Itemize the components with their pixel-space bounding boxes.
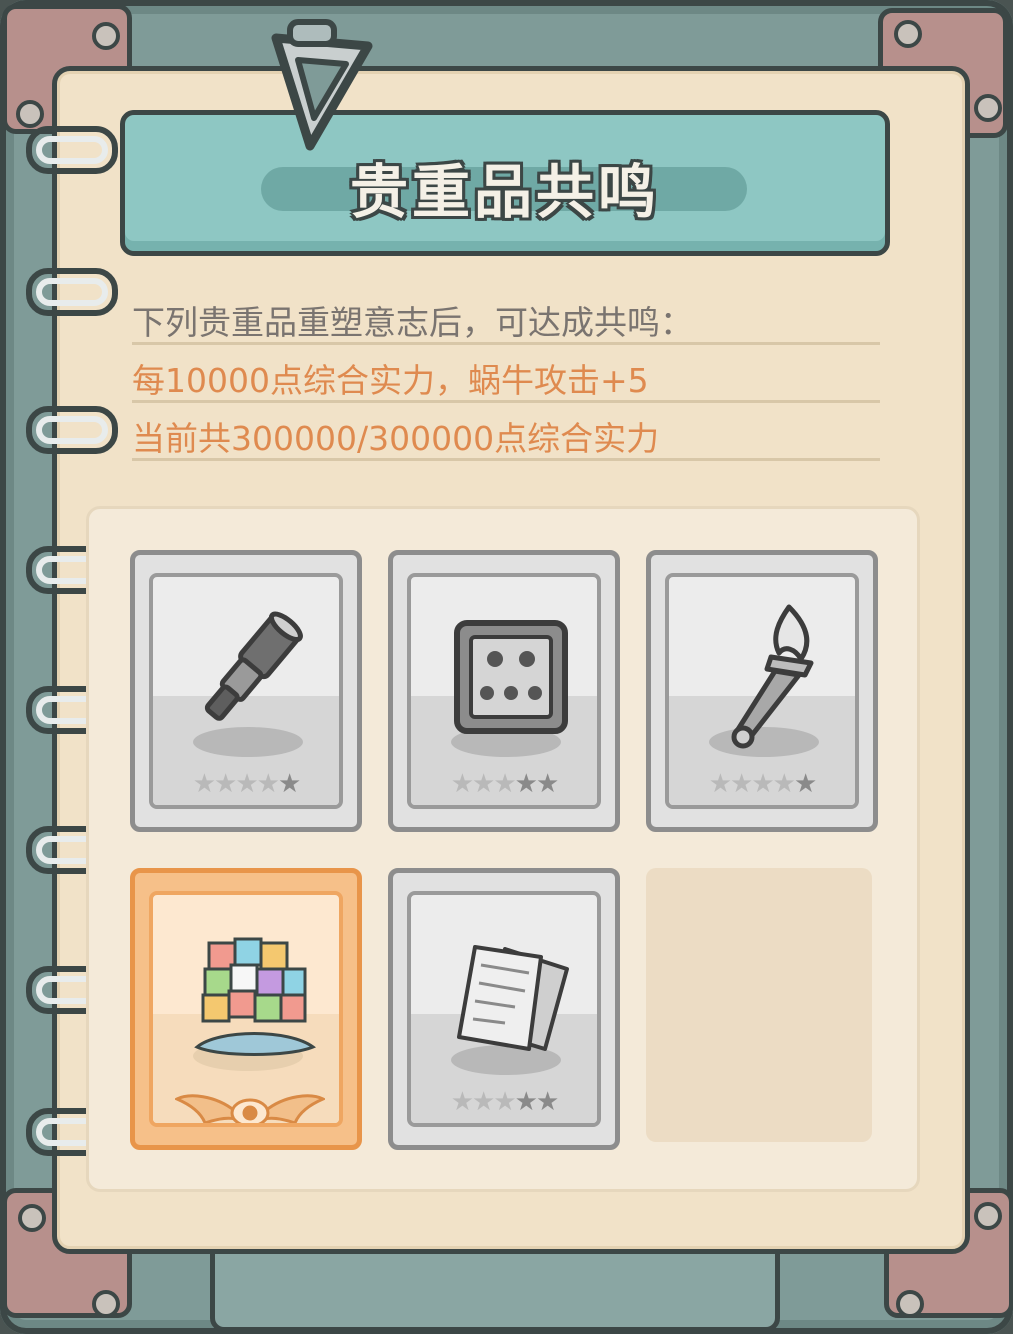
ruled-line <box>132 342 880 345</box>
star-filled-icon: ★ <box>450 769 474 799</box>
star-filled-icon: ★ <box>192 769 216 799</box>
star-filled-icon: ★ <box>235 769 258 799</box>
bolt <box>894 20 922 48</box>
star-filled-icon: ★ <box>493 1087 516 1117</box>
bolt <box>92 22 120 50</box>
star-filled-icon: ★ <box>256 769 280 799</box>
star-filled-icon: ★ <box>472 1087 495 1117</box>
star-filled-icon: ★ <box>472 769 495 799</box>
star-filled-icon: ★ <box>708 769 732 799</box>
ruled-line <box>132 458 880 461</box>
item-card-beetle-box[interactable]: ★★★★★ <box>388 550 620 832</box>
torch-icon <box>731 604 814 749</box>
star-empty-icon: ★ <box>793 769 817 799</box>
star-empty-icon: ★ <box>277 769 301 799</box>
bolt <box>974 94 1002 122</box>
title-banner: 贵重品共鸣 <box>120 110 890 256</box>
star-filled-icon: ★ <box>450 1087 474 1117</box>
star-rating: ★★★★★ <box>689 769 835 799</box>
star-filled-icon: ★ <box>751 769 774 799</box>
item-card-gem-cube[interactable] <box>130 868 362 1150</box>
bolt <box>16 100 44 128</box>
bolt <box>974 1202 1002 1230</box>
star-filled-icon: ★ <box>214 769 237 799</box>
star-filled-icon: ★ <box>772 769 796 799</box>
item-card-spyglass[interactable]: ★★★★★ <box>130 550 362 832</box>
star-filled-icon: ★ <box>730 769 753 799</box>
ruled-line <box>132 400 880 403</box>
documents-icon <box>457 945 569 1051</box>
winged-eye-icon <box>175 1094 325 1123</box>
item-card-torch[interactable]: ★★★★★ <box>646 550 878 832</box>
star-rating: ★★★★★ <box>173 769 319 799</box>
hanger-clip-icon <box>271 19 373 151</box>
star-rating: ★★★★★ <box>431 1087 577 1117</box>
page-title: 贵重品共鸣 <box>349 158 660 226</box>
star-empty-icon: ★ <box>514 1087 538 1117</box>
spiral-ring <box>26 268 118 316</box>
star-empty-icon: ★ <box>535 769 559 799</box>
gem-cube-icon <box>194 937 317 1056</box>
item-card-documents[interactable]: ★★★★★ <box>388 868 620 1150</box>
description-line-3: 当前共300000/300000点综合实力 <box>132 419 660 458</box>
spiral-ring <box>26 126 118 174</box>
spiral-ring <box>26 406 118 454</box>
beetle-box-icon <box>454 620 568 734</box>
description-line-2: 每10000点综合实力，蜗牛攻击+5 <box>132 361 649 400</box>
star-empty-icon: ★ <box>535 1087 559 1117</box>
bolt <box>896 1290 924 1318</box>
star-filled-icon: ★ <box>493 769 516 799</box>
spyglass-icon <box>204 611 303 721</box>
bolt <box>92 1290 120 1318</box>
description-line-1: 下列贵重品重塑意志后，可达成共鸣： <box>132 303 693 342</box>
star-empty-icon: ★ <box>514 769 538 799</box>
empty-item-slot <box>646 868 872 1142</box>
star-rating: ★★★★★ <box>431 769 577 799</box>
bolt <box>18 1204 46 1232</box>
